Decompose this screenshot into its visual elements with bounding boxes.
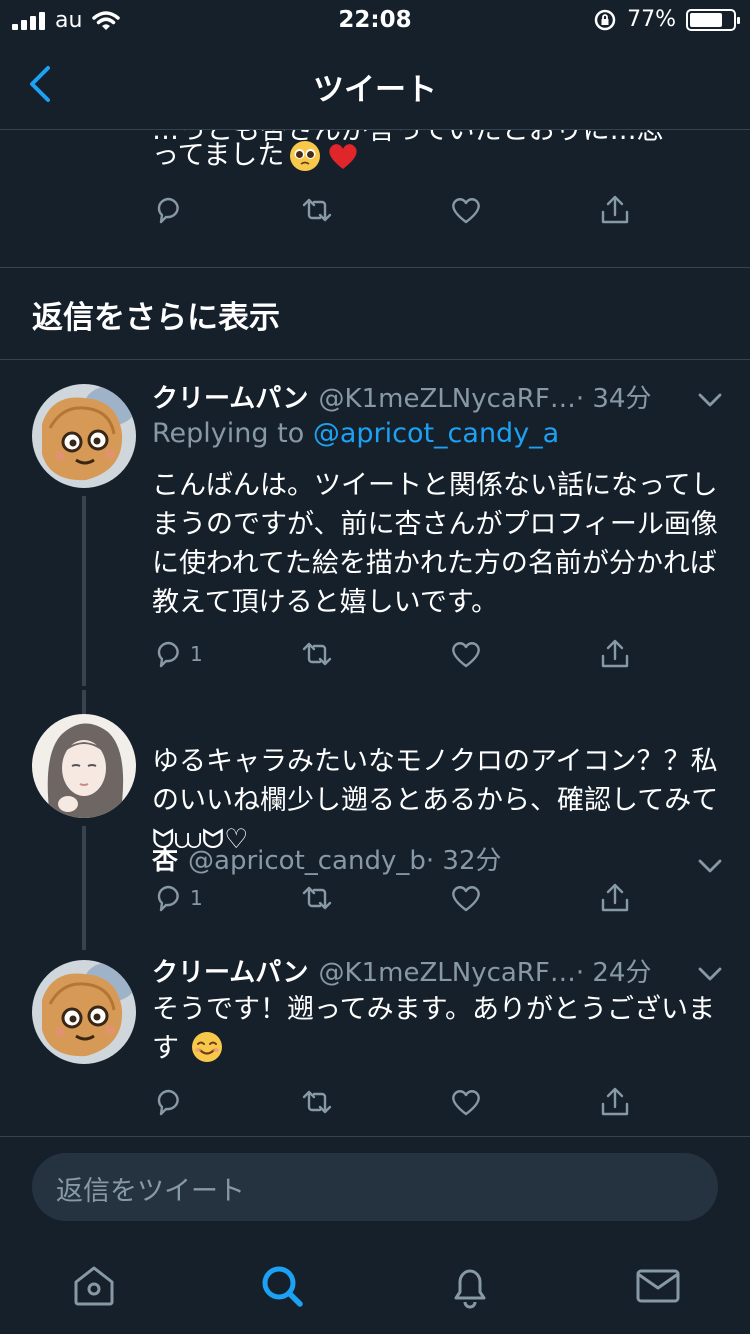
- like-button[interactable]: [449, 190, 483, 230]
- battery-icon: [686, 8, 740, 31]
- share-icon: [601, 639, 629, 668]
- messages-icon[interactable]: [634, 1262, 682, 1310]
- thread-line: [82, 496, 86, 686]
- heart-icon: [452, 886, 480, 912]
- heart-icon: [452, 642, 480, 668]
- reply-input[interactable]: 返信をツイート: [32, 1153, 718, 1221]
- heart-icon: [452, 1090, 480, 1116]
- tweet-text: ゆるキャラみたいなモノクロのアイコン？？私のいいね欄少し遡るとあるから、確認して…: [152, 746, 719, 855]
- avatar[interactable]: [32, 384, 136, 488]
- like-button[interactable]: [449, 634, 483, 674]
- reply-icon: [157, 641, 179, 668]
- display-name[interactable]: クリームパン: [152, 378, 309, 414]
- tweet-actions: [152, 190, 652, 230]
- user-handle[interactable]: @K1meZLNycaRF…: [319, 958, 576, 988]
- retweet-button[interactable]: [300, 190, 334, 230]
- red-heart-emoji-icon: [329, 144, 357, 169]
- tweet-time: · 24分: [575, 958, 652, 988]
- reply-button[interactable]: 1: [152, 634, 203, 674]
- tweet-text: こんばんは。ツイートと関係ない話になってしまうのですが、前に杏さんがプロフィール…: [152, 470, 718, 618]
- retweet-icon: [302, 642, 332, 666]
- retweet-button[interactable]: [300, 1082, 334, 1122]
- reply-icon: [157, 1089, 179, 1116]
- chevron-down-icon[interactable]: [696, 964, 724, 984]
- search-icon[interactable]: [258, 1262, 306, 1310]
- show-more-replies-label: 返信をさらに表示: [32, 300, 280, 336]
- reply-input-placeholder: 返信をツイート: [56, 1176, 245, 1207]
- like-button[interactable]: [449, 878, 483, 918]
- battery-percent: 77%: [627, 7, 676, 32]
- reply-count: 1: [190, 642, 203, 666]
- reply-button[interactable]: 1: [152, 878, 203, 918]
- notifications-icon[interactable]: [446, 1262, 494, 1310]
- reply-composer-bar: 返信をツイート: [0, 1136, 750, 1236]
- retweet-button[interactable]: [300, 634, 334, 674]
- smiling-face-emoji-icon: [191, 1032, 222, 1062]
- show-more-replies[interactable]: 返信をさらに表示: [0, 268, 750, 360]
- retweet-button[interactable]: [300, 878, 334, 918]
- share-button[interactable]: [598, 1082, 632, 1122]
- share-button[interactable]: [598, 634, 632, 674]
- user-handle[interactable]: @K1meZLNycaRF…: [319, 384, 576, 414]
- retweet-icon: [302, 198, 332, 222]
- heart-icon: [452, 198, 480, 224]
- reply-count: 1: [190, 886, 203, 910]
- retweet-icon: [302, 886, 332, 910]
- like-button[interactable]: [449, 1082, 483, 1122]
- tweet-actions: 1: [152, 634, 652, 674]
- share-button[interactable]: [598, 878, 632, 918]
- tweet-time: · 34分: [575, 384, 652, 414]
- pleading-face-emoji-icon: [290, 141, 321, 171]
- share-icon: [601, 195, 629, 224]
- tab-bar: [0, 1236, 750, 1334]
- reply-icon: [157, 885, 179, 912]
- reply-button[interactable]: [152, 1082, 190, 1122]
- replying-to-label: Replying to: [152, 418, 305, 449]
- previous-tweet[interactable]: …っとも杏さんが言っていたとおりに…思 ってました: [0, 130, 750, 268]
- previous-tweet-text: ってました: [152, 140, 285, 171]
- page-title: ツイート: [313, 72, 437, 108]
- share-icon: [601, 883, 629, 912]
- retweet-icon: [302, 1090, 332, 1114]
- reply-to-handle-link[interactable]: @apricot_candy_a: [313, 418, 559, 449]
- reply-tweet[interactable]: クリームパン @K1meZLNycaRF… · 34分 Replying to …: [0, 360, 750, 690]
- share-button[interactable]: [598, 190, 632, 230]
- home-icon[interactable]: [70, 1262, 118, 1310]
- reply-icon: [157, 197, 179, 224]
- rotation-lock-icon: [594, 9, 616, 30]
- share-icon: [601, 1087, 629, 1116]
- tweet-actions: [152, 1082, 652, 1122]
- status-bar: au 22:08 77%: [0, 0, 750, 42]
- navigation-bar: ツイート: [0, 42, 750, 130]
- display-name[interactable]: クリームパン: [152, 952, 309, 988]
- reply-button[interactable]: [152, 190, 186, 230]
- tweet-text: そうです！遡ってみます。ありがとうございます: [152, 994, 715, 1064]
- chevron-down-icon[interactable]: [696, 390, 724, 410]
- tweet-actions: 1: [152, 878, 652, 918]
